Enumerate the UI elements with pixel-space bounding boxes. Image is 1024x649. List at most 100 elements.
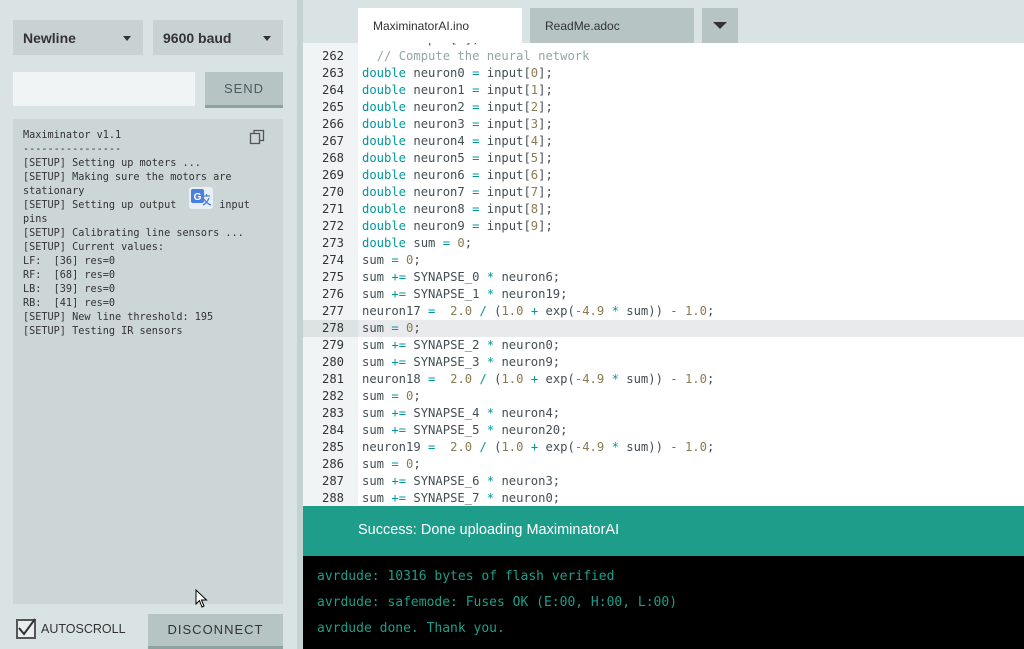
code-line[interactable]: 266 double neuron3 = input[3]; xyxy=(303,116,1024,133)
line-number: 266 xyxy=(321,117,344,131)
code-line[interactable]: 284 sum += SYNAPSE_5 * neuron20; xyxy=(303,422,1024,439)
code-text: double neuron5 = input[5]; xyxy=(362,151,553,165)
code-line[interactable]: 285 neuron19 = 2.0 / (1.0 + exp(-4.9 * su… xyxy=(303,439,1024,456)
code-line[interactable]: 268 double neuron5 = input[5]; xyxy=(303,150,1024,167)
translate-icon[interactable]: G xyxy=(189,187,213,209)
serial-output-line: [SETUP] New line threshold: 195 xyxy=(23,312,214,323)
code-text: sum += SYNAPSE_6 * neuron3; xyxy=(362,474,561,488)
line-ending-select[interactable]: Newline xyxy=(13,20,143,55)
tab-menu-button[interactable] xyxy=(702,8,738,43)
line-number: 272 xyxy=(321,219,344,233)
code-line[interactable]: 265 double neuron2 = input[2]; xyxy=(303,99,1024,116)
editor-area: MaximinatorAI.ino ReadMe.adoc 261 int ou… xyxy=(303,0,1024,649)
code-line[interactable]: 278 sum = 0; xyxy=(303,320,1024,337)
serial-output-line: [SETUP] Testing IR sensors xyxy=(23,326,183,337)
code-line[interactable]: 274 sum = 0; xyxy=(303,252,1024,269)
mouse-pointer-icon xyxy=(195,589,208,608)
tab-maximinatorai-ino[interactable]: MaximinatorAI.ino xyxy=(358,8,522,43)
code-text: double neuron4 = input[4]; xyxy=(362,134,553,148)
code-line[interactable]: 267 double neuron4 = input[4]; xyxy=(303,133,1024,150)
baud-rate-select[interactable]: 9600 baud xyxy=(153,20,283,55)
code-text: sum = 0; xyxy=(362,457,421,471)
send-button[interactable]: SEND xyxy=(205,72,283,108)
chevron-down-icon xyxy=(263,36,271,41)
line-number: 262 xyxy=(321,49,344,63)
code-text: double neuron8 = input[8]; xyxy=(362,202,553,216)
console-lines: avrdude: 10316 bytes of flash verified av… xyxy=(317,564,1010,642)
code-text: sum = 0; xyxy=(362,321,421,335)
checkbox-box[interactable] xyxy=(16,618,36,639)
code-text: double neuron7 = input[7]; xyxy=(362,185,553,199)
line-number: 286 xyxy=(321,457,344,471)
code-line[interactable]: 287 sum += SYNAPSE_6 * neuron3; xyxy=(303,473,1024,490)
serial-output-line: RB: [41] res=0 xyxy=(23,298,116,309)
tab-readme-adoc[interactable]: ReadMe.adoc xyxy=(530,8,694,43)
code-line[interactable]: 262 // Compute the neural network xyxy=(303,48,1024,65)
code-line[interactable]: 264 double neuron1 = input[1]; xyxy=(303,82,1024,99)
code-line[interactable]: 270 double neuron7 = input[7]; xyxy=(303,184,1024,201)
code-text: double neuron3 = input[3]; xyxy=(362,117,553,131)
line-ending-value: Newline xyxy=(23,30,76,46)
code-text: neuron17 = 2.0 / (1.0 + exp(-4.9 * sum))… xyxy=(362,304,715,318)
code-line[interactable]: 269 double neuron6 = input[6]; xyxy=(303,167,1024,184)
code-line[interactable]: 272 double neuron9 = input[9]; xyxy=(303,218,1024,235)
code-line[interactable]: 276 sum += SYNAPSE_1 * neuron19; xyxy=(303,286,1024,303)
line-number: 277 xyxy=(321,304,344,318)
serial-output-line: ---------------- xyxy=(23,144,122,155)
serial-output-line: [SETUP] Setting up output input xyxy=(23,200,250,211)
code-line[interactable]: 273 double sum = 0; xyxy=(303,235,1024,252)
checkmark-icon xyxy=(18,618,36,636)
disconnect-button[interactable]: DISCONNECT xyxy=(148,614,283,649)
code-editor[interactable]: 261 int output[4];262 // Compute the neu… xyxy=(303,43,1024,506)
baud-rate-value: 9600 baud xyxy=(163,30,232,46)
line-number: 269 xyxy=(321,168,344,182)
serial-send-input[interactable] xyxy=(13,72,195,106)
code-text: double neuron1 = input[1]; xyxy=(362,83,553,97)
chevron-down-icon xyxy=(123,36,131,41)
line-number: 279 xyxy=(321,338,344,352)
code-line[interactable]: 282 sum = 0; xyxy=(303,388,1024,405)
code-line[interactable]: 281 neuron18 = 2.0 / (1.0 + exp(-4.9 * su… xyxy=(303,371,1024,388)
serial-output-line: LF: [36] res=0 xyxy=(23,256,116,267)
line-number: 283 xyxy=(321,406,344,420)
line-number: 275 xyxy=(321,270,344,284)
code-line[interactable]: 280 sum += SYNAPSE_3 * neuron9; xyxy=(303,354,1024,371)
console-line: avrdude: 10316 bytes of flash verified xyxy=(317,569,615,584)
code-text: sum = 0; xyxy=(362,253,421,267)
line-number: 281 xyxy=(321,372,344,386)
code-line[interactable]: 271 double neuron8 = input[8]; xyxy=(303,201,1024,218)
code-text: double neuron0 = input[0]; xyxy=(362,66,553,80)
code-text: neuron19 = 2.0 / (1.0 + exp(-4.9 * sum))… xyxy=(362,440,715,454)
code-text: sum += SYNAPSE_7 * neuron0; xyxy=(362,491,561,505)
line-number: 280 xyxy=(321,355,344,369)
serial-output-line: LB: [39] res=0 xyxy=(23,284,116,295)
tab-bar: MaximinatorAI.ino ReadMe.adoc xyxy=(303,0,1024,43)
serial-output-line: [SETUP] Calibrating line sensors ... xyxy=(23,228,244,239)
code-line[interactable]: 283 sum += SYNAPSE_4 * neuron4; xyxy=(303,405,1024,422)
code-line[interactable]: 277 neuron17 = 2.0 / (1.0 + exp(-4.9 * su… xyxy=(303,303,1024,320)
code-line[interactable]: 275 sum += SYNAPSE_0 * neuron6; xyxy=(303,269,1024,286)
line-number: 270 xyxy=(321,185,344,199)
serial-output-line: [SETUP] Making sure the motors are xyxy=(23,172,232,183)
line-number: 267 xyxy=(321,134,344,148)
code-line[interactable]: 288 sum += SYNAPSE_7 * neuron0; xyxy=(303,490,1024,506)
output-console[interactable]: avrdude: 10316 bytes of flash verified av… xyxy=(303,556,1024,649)
line-number: 284 xyxy=(321,423,344,437)
console-line: avrdude done. Thank you. xyxy=(317,621,505,636)
code-text: double sum = 0; xyxy=(362,236,473,250)
code-text: sum += SYNAPSE_4 * neuron4; xyxy=(362,406,561,420)
code-text: double neuron9 = input[9]; xyxy=(362,219,553,233)
code-line[interactable]: 263 double neuron0 = input[0]; xyxy=(303,65,1024,82)
line-number: 268 xyxy=(321,151,344,165)
copy-icon[interactable] xyxy=(249,129,265,145)
code-lines: 261 int output[4];262 // Compute the neu… xyxy=(303,43,1024,506)
serial-output[interactable]: Maximinator v1.1 ---------------- [SETUP] … xyxy=(13,119,283,604)
svg-text:G: G xyxy=(194,192,202,203)
line-number: 278 xyxy=(303,320,358,337)
serial-output-line: pins xyxy=(23,214,48,225)
serial-output-line: Maximinator v1.1 xyxy=(23,130,122,141)
line-number: 282 xyxy=(321,389,344,403)
code-line[interactable]: 279 sum += SYNAPSE_2 * neuron0; xyxy=(303,337,1024,354)
autoscroll-checkbox[interactable]: AUTOSCROLL xyxy=(16,618,126,639)
code-line[interactable]: 286 sum = 0; xyxy=(303,456,1024,473)
